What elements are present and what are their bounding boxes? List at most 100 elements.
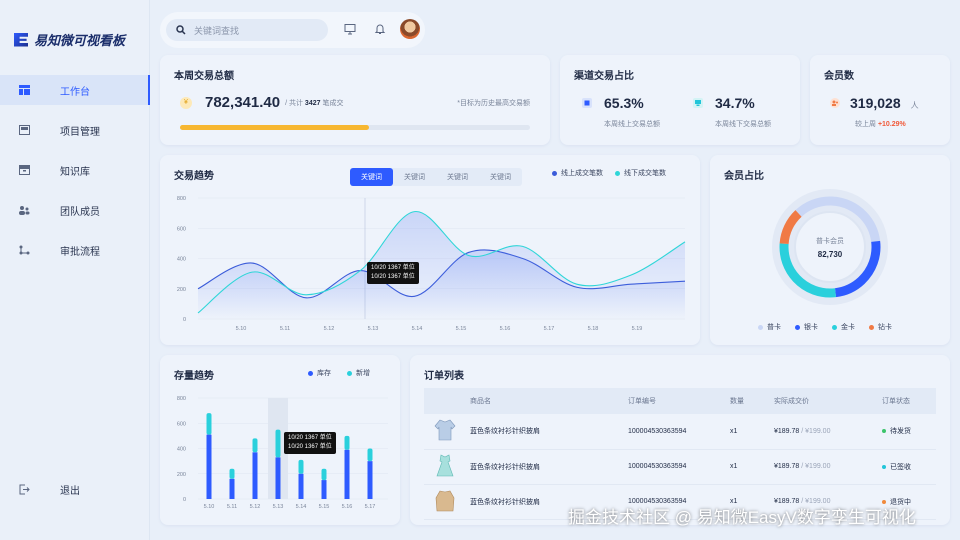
- workflow-icon: [18, 244, 30, 256]
- y-tick-label: 400: [177, 257, 186, 263]
- orders-table: 商品名 订单编号 数量 实际成交价 订单状态 蓝色条纹衬衫针织披肩 100004…: [424, 388, 936, 520]
- legend-item: 钻卡: [869, 322, 892, 332]
- thumb-cell: [424, 449, 470, 485]
- members-compare: 较上周 +10.29%: [855, 119, 906, 129]
- progress-fill: [180, 125, 369, 130]
- sidebar-item-workbench[interactable]: 工作台: [0, 75, 150, 105]
- original-price: / ¥199.00: [801, 427, 831, 435]
- sidebar-item-label: 工作台: [60, 86, 90, 98]
- sidebar-item-label: 审批流程: [60, 246, 100, 258]
- stock-chart: 0 200 400 600 800 5.10 5.11 5.12 5.13 5.14 5.15 5.1…: [177, 396, 388, 510]
- y-tick-label: 200: [177, 287, 186, 293]
- legend-label: 金卡: [841, 324, 855, 331]
- order-id: 100004530363594: [628, 414, 730, 450]
- bar-stock: [206, 434, 212, 499]
- sidebar-item-team[interactable]: 团队成员: [0, 195, 150, 225]
- product-name: 蓝色条纹衬衫针织披肩: [470, 414, 628, 450]
- members-card: 会员数 319,028 人 较上周 +10.29%: [810, 55, 950, 145]
- offline-pct: 34.7%: [715, 95, 755, 111]
- dress-thumbnail: [436, 454, 454, 476]
- bar-stock: [344, 449, 350, 499]
- card-title: 订单列表: [424, 371, 464, 382]
- sidebar-nav: 工作台 项目管理 知识库 团队成员 审批流程: [0, 75, 150, 275]
- order-qty: x1: [730, 449, 774, 485]
- order-qty: x1: [730, 414, 774, 450]
- header-price: 实际成交价: [774, 388, 882, 414]
- legend-label: 普卡: [767, 324, 781, 331]
- search-icon: [176, 25, 186, 35]
- y-tick-label: 600: [177, 226, 186, 232]
- trend-card: 交易趋势 关键词 关键词 关键词 关键词 线上成交笔数 线下成交笔数 0 200 4…: [160, 155, 700, 345]
- x-tick-label: 5.16: [342, 504, 353, 510]
- header-status: 订单状态: [882, 388, 936, 414]
- legend-item: 银卡: [795, 322, 818, 332]
- total-prefix: / 共计: [285, 99, 303, 107]
- product-name: 蓝色条纹衬衫针织披肩: [470, 449, 628, 485]
- app-title: 易知微可视看板: [34, 33, 126, 48]
- online-pct: 65.3%: [604, 95, 644, 111]
- members-count: 319,028: [850, 95, 901, 111]
- y-tick-label: 0: [183, 317, 186, 323]
- online-stat: 65.3%: [582, 95, 644, 111]
- weekly-amount: 782,341.40: [205, 94, 281, 111]
- sidebar-item-projects[interactable]: 项目管理: [0, 115, 150, 145]
- x-tick-label: 5.18: [588, 326, 599, 332]
- status-text: 待发货: [890, 428, 911, 436]
- table-row[interactable]: 蓝色条纹衬衫针织披肩 100004530363594 x1 ¥189.78 / …: [424, 414, 936, 450]
- card-title: 本周交易总额: [174, 71, 234, 82]
- donut-legend: 普卡 银卡 金卡 钻卡: [758, 322, 892, 332]
- x-tick-label: 5.10: [236, 326, 247, 332]
- order-status: 待发货: [882, 414, 936, 450]
- legend-dot: [795, 324, 800, 330]
- tooltip-line: 10/20 1367 单位: [288, 444, 332, 450]
- y-tick-label: 800: [177, 196, 186, 202]
- donut-center-label: 普卡会员: [816, 238, 844, 245]
- offline-stat: 34.7%: [693, 95, 755, 111]
- sidebar-item-label: 团队成员: [60, 206, 100, 218]
- shirt-thumbnail: [434, 419, 456, 441]
- total-count: 3427: [304, 99, 321, 107]
- order-price: ¥189.78 / ¥199.00: [774, 414, 882, 450]
- y-tick-label: 800: [177, 396, 186, 402]
- tooltip-line: 10/20 1367 单位: [371, 274, 415, 280]
- logout-button[interactable]: 退出: [18, 482, 80, 497]
- member-ratio-card: 会员占比 普卡会员 82,730 普卡 银卡 金卡 钻卡: [710, 155, 950, 345]
- bar-stock: [229, 478, 235, 499]
- sidebar-item-workflow[interactable]: 审批流程: [0, 235, 150, 265]
- x-tick-label: 5.11: [280, 326, 290, 332]
- legend-dot: [869, 324, 874, 330]
- legend-dot: [832, 324, 837, 330]
- thumb-cell: [424, 414, 470, 450]
- x-tick-label: 5.15: [456, 326, 467, 332]
- app-logo[interactable]: 易知微可视看板: [14, 30, 125, 49]
- sidebar-item-knowledge[interactable]: 知识库: [0, 155, 150, 185]
- monitor-icon[interactable]: [344, 23, 356, 35]
- bell-icon[interactable]: [374, 23, 386, 35]
- bar-stock: [321, 480, 327, 499]
- bar-new: [367, 448, 373, 462]
- bar-new: [344, 435, 350, 450]
- original-price: / ¥199.00: [801, 463, 831, 470]
- members-icon: [830, 98, 840, 108]
- header-name: 商品名: [470, 388, 628, 414]
- weekly-amount-row: ¥ 782,341.40 / 共计 3427 笔成交: [180, 94, 343, 111]
- x-tick-label: 5.10: [204, 504, 215, 510]
- sidebar-item-label: 项目管理: [60, 126, 100, 138]
- search-input[interactable]: 关键词查找: [166, 19, 328, 41]
- avatar[interactable]: [400, 19, 420, 39]
- status-dot: [882, 464, 886, 469]
- series-area: [198, 211, 685, 319]
- logout-label: 退出: [60, 486, 80, 497]
- tooltip-line: 10/20 1367 单位: [371, 265, 415, 271]
- x-tick-label: 5.11: [227, 504, 237, 510]
- order-status: 已签收: [882, 449, 936, 485]
- bar-new: [206, 413, 212, 435]
- header-thumb: [424, 388, 470, 414]
- table-row[interactable]: 蓝色条纹衬衫针织披肩 100004530363594 x1 ¥189.78 / …: [424, 449, 936, 485]
- stock-tooltip: 10/20 1367 单位 10/20 1367 单位: [284, 432, 336, 454]
- thumb-cell: [424, 484, 470, 520]
- x-tick-label: 5.19: [632, 326, 643, 332]
- search-placeholder: 关键词查找: [194, 25, 240, 36]
- stock-card: 存量趋势 库存 新增 0 200 400 600 800 5.10 5.11 5.12 5.13…: [160, 355, 400, 525]
- x-tick-label: 5.14: [296, 504, 307, 510]
